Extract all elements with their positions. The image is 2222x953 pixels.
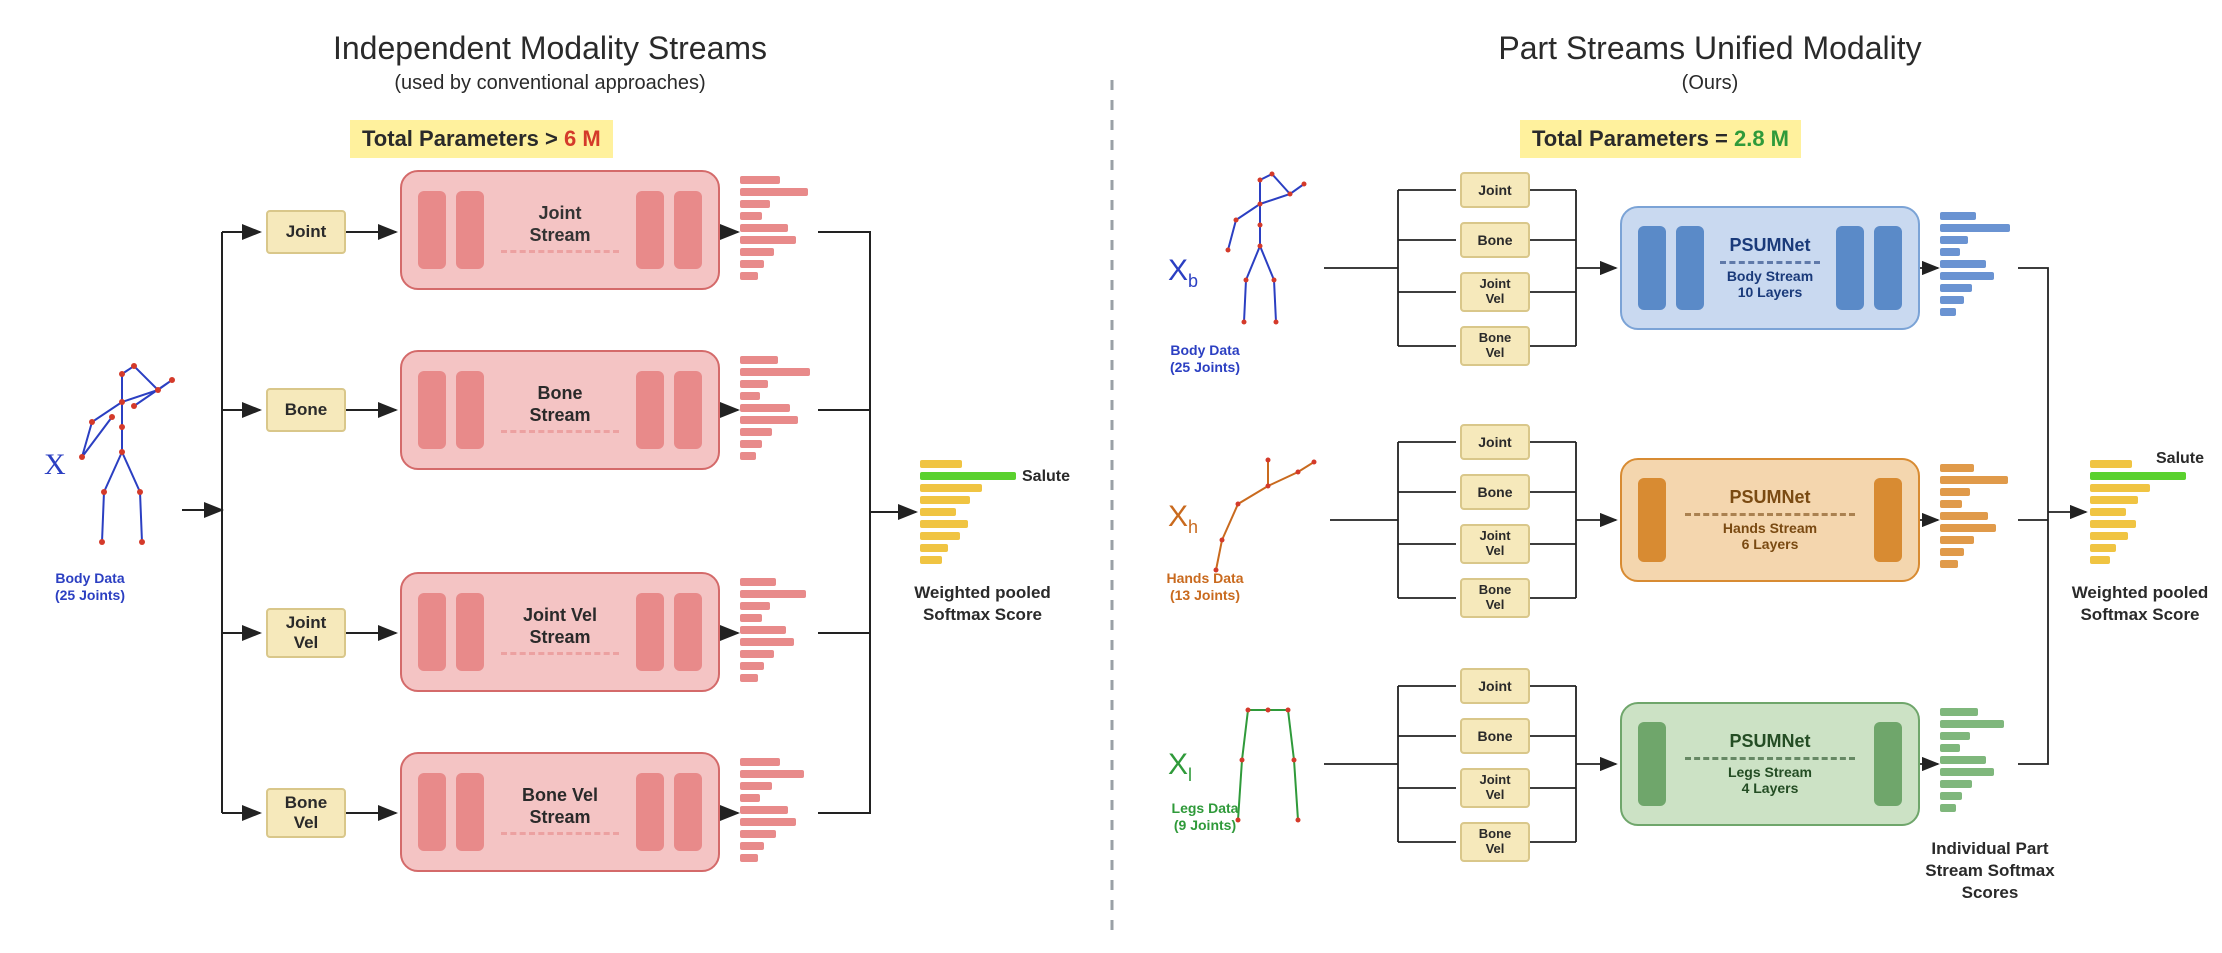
right-body-bone: Bone bbox=[1460, 222, 1530, 258]
left-stream-jvel: Joint Vel Stream bbox=[400, 572, 720, 692]
right-hands-joint: Joint bbox=[1460, 424, 1530, 460]
right-stream-body: PSUMNet Body Stream 10 Layers bbox=[1620, 206, 1920, 330]
left-skeleton-label: Body Data (25 Joints) bbox=[40, 570, 140, 604]
left-bars-1 bbox=[740, 176, 808, 280]
right-hands-sym: Xh bbox=[1168, 500, 1198, 538]
left-params: Total Parameters > 6 M bbox=[350, 120, 613, 158]
left-subtitle: (used by conventional approaches) bbox=[200, 72, 900, 95]
left-bars-2 bbox=[740, 356, 810, 460]
right-body-bvel: Bone Vel bbox=[1460, 326, 1530, 366]
left-mod-joint: Joint bbox=[266, 210, 346, 254]
right-legs-bvel: Bone Vel bbox=[1460, 822, 1530, 862]
right-legs-joint: Joint bbox=[1460, 668, 1530, 704]
right-body-bars bbox=[1940, 212, 2010, 316]
left-mod-bvel: Bone Vel bbox=[266, 788, 346, 838]
left-output-label: Weighted pooled Softmax Score bbox=[900, 582, 1065, 626]
right-hands-bars bbox=[1940, 464, 2008, 568]
right-legs-bars bbox=[1940, 708, 2004, 812]
left-stream-bvel: Bone Vel Stream bbox=[400, 752, 720, 872]
right-hands-bone: Bone bbox=[1460, 474, 1530, 510]
right-title: Part Streams Unified Modality bbox=[1360, 30, 2060, 67]
right-params-label: Total Parameters = bbox=[1532, 126, 1734, 151]
right-body-label: Body Data (25 Joints) bbox=[1160, 342, 1250, 376]
right-hands-jvel: Joint Vel bbox=[1460, 524, 1530, 564]
right-output-label: Weighted pooled Softmax Score bbox=[2060, 582, 2220, 626]
right-pooled-bars bbox=[2090, 460, 2186, 564]
diagram-canvas: Independent Modality Streams (used by co… bbox=[0, 0, 2222, 953]
left-mod-bone: Bone bbox=[266, 388, 346, 432]
left-bars-3 bbox=[740, 578, 806, 682]
left-skeleton-icon bbox=[62, 362, 182, 562]
left-salute: Salute bbox=[1022, 468, 1070, 486]
right-stream-legs: PSUMNet Legs Stream 4 Layers bbox=[1620, 702, 1920, 826]
left-title: Independent Modality Streams bbox=[200, 30, 900, 67]
right-part-output-label: Individual Part Stream Softmax Scores bbox=[1910, 838, 2070, 904]
left-params-label: Total Parameters > bbox=[362, 126, 564, 151]
right-legs-sym: Xl bbox=[1168, 748, 1192, 786]
right-params-value: 2.8 M bbox=[1734, 126, 1789, 151]
right-subtitle: (Ours) bbox=[1360, 72, 2060, 95]
right-body-joint: Joint bbox=[1460, 172, 1530, 208]
left-bars-4 bbox=[740, 758, 804, 862]
left-params-value: 6 M bbox=[564, 126, 601, 151]
right-body-jvel: Joint Vel bbox=[1460, 272, 1530, 312]
right-hands-bvel: Bone Vel bbox=[1460, 578, 1530, 618]
right-hands-label: Hands Data (13 Joints) bbox=[1160, 570, 1250, 604]
right-legs-jvel: Joint Vel bbox=[1460, 768, 1530, 808]
right-legs-bone: Bone bbox=[1460, 718, 1530, 754]
left-stream-bone: Bone Stream bbox=[400, 350, 720, 470]
left-stream-joint: Joint Stream bbox=[400, 170, 720, 290]
right-stream-hands: PSUMNet Hands Stream 6 Layers bbox=[1620, 458, 1920, 582]
right-body-skeleton-icon bbox=[1208, 170, 1318, 340]
right-body-sym: Xb bbox=[1168, 254, 1198, 292]
left-mod-jvel: Joint Vel bbox=[266, 608, 346, 658]
right-params: Total Parameters = 2.8 M bbox=[1520, 120, 1801, 158]
right-hands-skeleton-icon bbox=[1208, 440, 1328, 590]
left-pooled-bars bbox=[920, 460, 1016, 564]
right-legs-label: Legs Data (9 Joints) bbox=[1160, 800, 1250, 834]
right-salute: Salute bbox=[2156, 450, 2204, 468]
